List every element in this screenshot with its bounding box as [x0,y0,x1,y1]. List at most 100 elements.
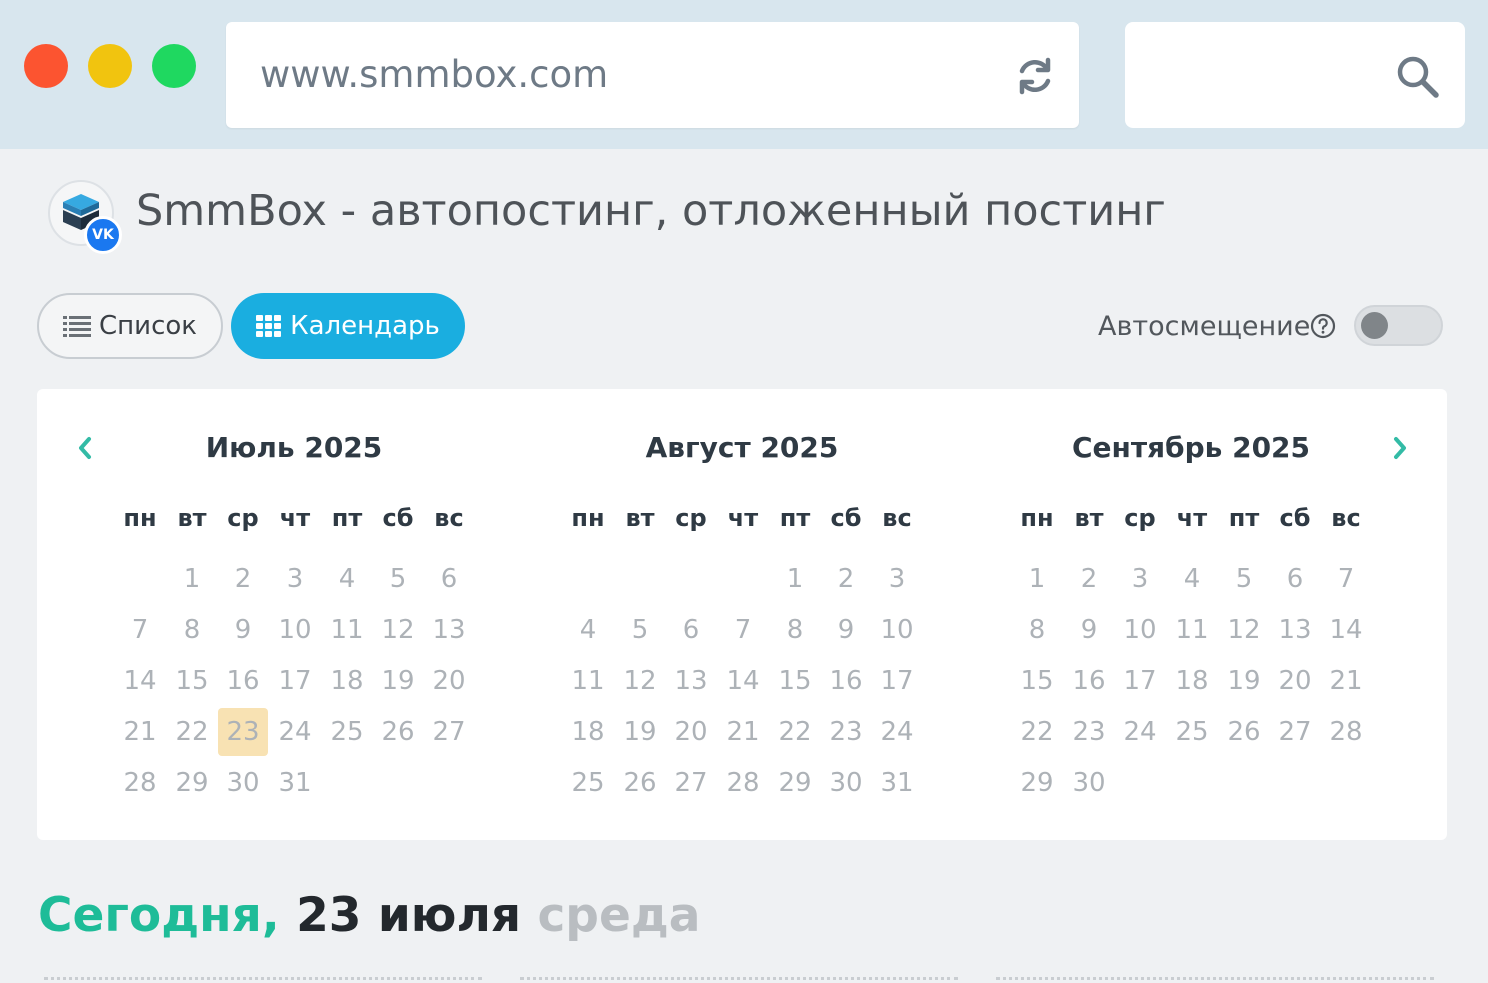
calendar-day[interactable]: 1 [770,555,820,603]
calendar-day[interactable]: 20 [1270,657,1320,705]
calendar-day[interactable]: 27 [1270,708,1320,756]
calendar-day[interactable]: 19 [1219,657,1269,705]
calendar-day[interactable]: 11 [322,606,372,654]
calendar-day[interactable]: 8 [1012,606,1062,654]
help-icon[interactable] [1310,313,1336,339]
calendar-day[interactable]: 15 [1012,657,1062,705]
calendar-day[interactable]: 25 [1167,708,1217,756]
calendar-day[interactable]: 6 [424,555,474,603]
calendar-day[interactable]: 16 [821,657,871,705]
calendar-day[interactable]: 16 [1064,657,1114,705]
calendar-day[interactable]: 3 [270,555,320,603]
minimize-window-button[interactable] [88,44,132,88]
reload-icon[interactable] [1014,55,1056,97]
calendar-day[interactable]: 17 [270,657,320,705]
calendar-day[interactable]: 30 [218,759,268,807]
calendar-day[interactable]: 18 [322,657,372,705]
calendar-day[interactable]: 19 [615,708,665,756]
calendar-day[interactable]: 28 [115,759,165,807]
calendar-day[interactable]: 18 [563,708,613,756]
calendar-day[interactable]: 9 [821,606,871,654]
calendar-day[interactable]: 3 [872,555,922,603]
calendar-day[interactable]: 23 [821,708,871,756]
calendar-day[interactable]: 2 [1064,555,1114,603]
calendar-day[interactable]: 24 [872,708,922,756]
calendar-day[interactable]: 17 [872,657,922,705]
calendar-day[interactable]: 29 [167,759,217,807]
calendar-day[interactable]: 2 [218,555,268,603]
calendar-day[interactable]: 27 [666,759,716,807]
calendar-day[interactable]: 5 [373,555,423,603]
calendar-day[interactable]: 7 [1321,555,1371,603]
calendar-day[interactable]: 24 [1115,708,1165,756]
calendar-day[interactable]: 14 [718,657,768,705]
calendar-day[interactable]: 3 [1115,555,1165,603]
calendar-day[interactable]: 4 [322,555,372,603]
calendar-day[interactable]: 31 [270,759,320,807]
calendar-day[interactable]: 15 [167,657,217,705]
calendar-day[interactable]: 29 [770,759,820,807]
calendar-day[interactable]: 31 [872,759,922,807]
maximize-window-button[interactable] [152,44,196,88]
calendar-day[interactable]: 21 [718,708,768,756]
tab-list[interactable]: Список [37,293,223,359]
calendar-day[interactable]: 13 [666,657,716,705]
calendar-day[interactable]: 14 [1321,606,1371,654]
calendar-day[interactable]: 22 [770,708,820,756]
calendar-day[interactable]: 7 [718,606,768,654]
calendar-day[interactable]: 25 [563,759,613,807]
calendar-day[interactable]: 6 [1270,555,1320,603]
calendar-day[interactable]: 12 [373,606,423,654]
address-bar[interactable]: www.smmbox.com [226,22,1079,128]
calendar-day[interactable]: 29 [1012,759,1062,807]
calendar-day[interactable]: 22 [1012,708,1062,756]
calendar-day[interactable]: 7 [115,606,165,654]
calendar-day[interactable]: 11 [563,657,613,705]
calendar-day-today[interactable]: 23 [218,708,268,756]
prev-month-arrow-icon[interactable] [70,430,100,466]
calendar-day[interactable]: 15 [770,657,820,705]
calendar-day[interactable]: 10 [270,606,320,654]
calendar-day[interactable]: 13 [1270,606,1320,654]
calendar-day[interactable]: 1 [1012,555,1062,603]
calendar-day[interactable]: 10 [1115,606,1165,654]
calendar-day[interactable]: 4 [1167,555,1217,603]
calendar-day[interactable]: 20 [666,708,716,756]
calendar-day[interactable]: 19 [373,657,423,705]
calendar-day[interactable]: 27 [424,708,474,756]
calendar-day[interactable]: 5 [1219,555,1269,603]
calendar-day[interactable]: 30 [821,759,871,807]
calendar-day[interactable]: 1 [167,555,217,603]
calendar-day[interactable]: 26 [615,759,665,807]
calendar-day[interactable]: 24 [270,708,320,756]
calendar-day[interactable]: 8 [167,606,217,654]
calendar-day[interactable]: 21 [1321,657,1371,705]
calendar-day[interactable]: 12 [1219,606,1269,654]
calendar-day[interactable]: 26 [373,708,423,756]
calendar-day[interactable]: 2 [821,555,871,603]
calendar-day[interactable]: 26 [1219,708,1269,756]
calendar-day[interactable]: 9 [218,606,268,654]
calendar-day[interactable]: 18 [1167,657,1217,705]
calendar-day[interactable]: 11 [1167,606,1217,654]
auto-shift-toggle[interactable] [1354,305,1443,346]
calendar-day[interactable]: 6 [666,606,716,654]
calendar-day[interactable]: 30 [1064,759,1114,807]
calendar-day[interactable]: 21 [115,708,165,756]
calendar-day[interactable]: 28 [718,759,768,807]
calendar-day[interactable]: 17 [1115,657,1165,705]
calendar-day[interactable]: 5 [615,606,665,654]
calendar-day[interactable]: 13 [424,606,474,654]
calendar-day[interactable]: 23 [1064,708,1114,756]
calendar-day[interactable]: 4 [563,606,613,654]
calendar-day[interactable]: 20 [424,657,474,705]
calendar-day[interactable]: 22 [167,708,217,756]
calendar-day[interactable]: 16 [218,657,268,705]
tab-calendar[interactable]: Календарь [231,293,465,359]
calendar-day[interactable]: 14 [115,657,165,705]
browser-search-field[interactable] [1125,22,1465,128]
calendar-day[interactable]: 10 [872,606,922,654]
calendar-day[interactable]: 28 [1321,708,1371,756]
calendar-day[interactable]: 12 [615,657,665,705]
close-window-button[interactable] [24,44,68,88]
